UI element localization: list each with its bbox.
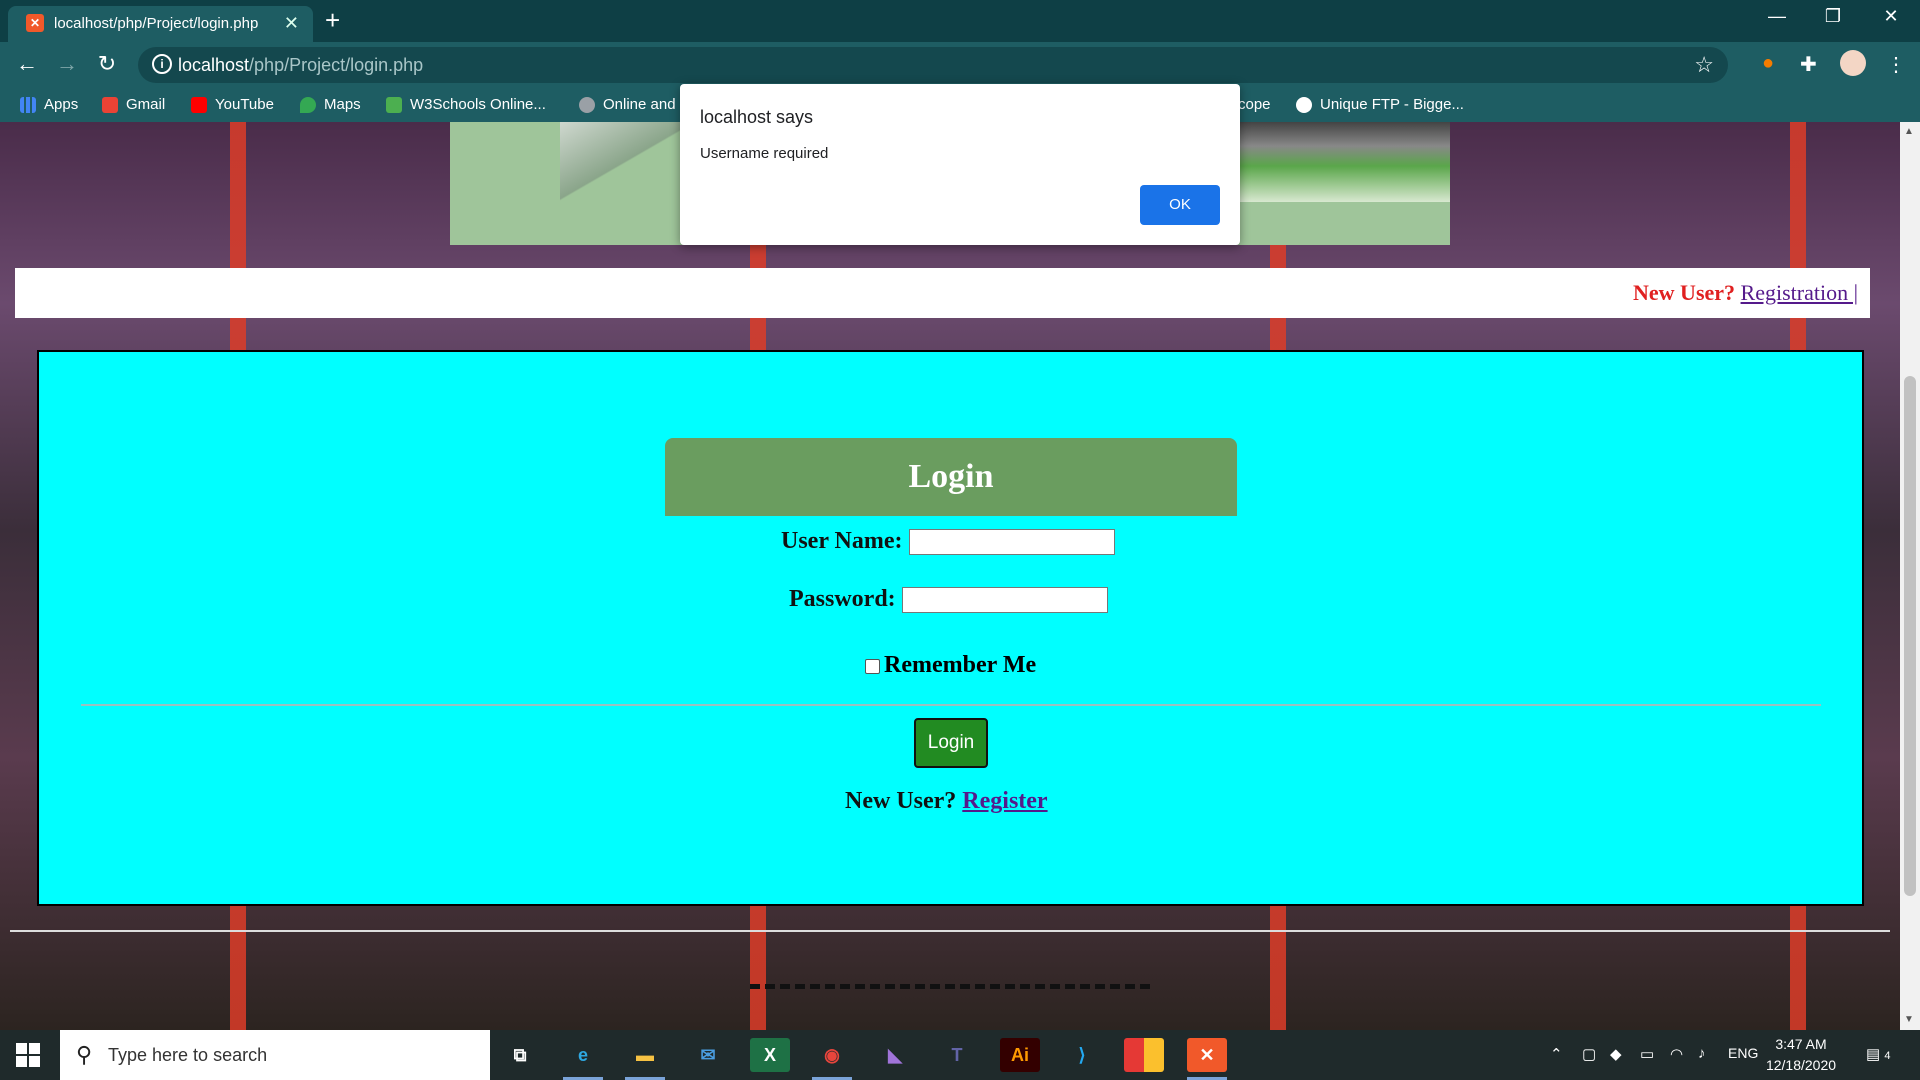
wifi-icon[interactable]: ◠ [1670,1045,1683,1063]
register-row: New User? Register [845,788,1048,815]
xampp-taskbar-icon[interactable]: ✕ [1187,1038,1227,1080]
visual-studio-icon[interactable]: ◣ [875,1038,915,1072]
browser-toolbar: ← → ↻ i localhost/php/Project/login.php … [0,42,1920,88]
globe-icon [1296,96,1312,113]
remember-row: Remember Me [865,652,1036,679]
system-clock[interactable]: 3:47 AM 12/18/2020 [1756,1034,1846,1076]
vscode-icon[interactable]: ⟩ [1062,1038,1102,1072]
bookmark-online[interactable]: Online and [579,96,676,113]
dialog-message: Username required [700,145,829,162]
dialog-title: localhost says [700,107,814,127]
top-new-user: New User? Registration | [1633,280,1858,306]
bookmark-youtube[interactable]: YouTube [191,96,274,113]
volume-icon[interactable]: ♪ [1698,1045,1706,1062]
url-text: localhost/php/Project/login.php [178,55,424,75]
bookmark-maps[interactable]: Maps [300,96,361,113]
extensions-puzzle-icon[interactable]: ✚ [1800,52,1817,77]
tab-title: localhost/php/Project/login.php [54,15,259,32]
file-explorer-icon[interactable]: ▬ [625,1038,665,1080]
minimize-icon[interactable]: — [1752,6,1802,27]
clock-date: 12/18/2020 [1765,1057,1837,1073]
edge-icon[interactable]: e [563,1038,603,1080]
password-input[interactable] [901,587,1108,614]
mail-icon[interactable]: ✉ [688,1038,728,1072]
gmail-icon [102,96,118,113]
bookmark-unique-ftp[interactable]: Unique FTP - Bigge... [1296,96,1464,113]
excel-icon[interactable]: X [750,1038,790,1072]
new-tab-icon[interactable]: + [325,6,340,34]
notification-count: 4 [1884,1050,1891,1062]
alert-dialog: localhost says Username required OK [680,84,1240,245]
illustrator-icon[interactable]: Ai [1000,1038,1040,1072]
dropbox-icon[interactable]: ◆ [1610,1045,1622,1063]
xampp-icon: ✕ [26,14,44,32]
winrar-icon[interactable] [1124,1038,1164,1072]
banner-road-graphic [560,122,680,245]
bookmark-w3schools[interactable]: W3Schools Online... [386,96,546,113]
maps-icon [300,96,316,113]
page-divider [10,930,1890,932]
bookmark-gmail[interactable]: Gmail [102,96,165,113]
windows-taskbar: ⚲ Type here to search ⧉ e ▬ ✉ X ◉ ◣ T Ai… [0,1030,1920,1080]
password-label: Password: [789,586,896,612]
search-placeholder: Type here to search [108,1045,268,1065]
bookmark-apps[interactable]: Apps [20,96,78,113]
close-tab-icon[interactable]: ✕ [284,13,299,34]
top-nav-bar: New User? Registration | [15,268,1870,318]
banner-bus-graphic [1240,122,1450,202]
username-input[interactable] [908,529,1115,556]
form-divider [81,704,1821,706]
dashed-divider [750,984,1150,989]
menu-kebab-icon[interactable]: ⋮ [1886,52,1906,77]
scroll-up-icon[interactable]: ▲ [1904,126,1914,137]
search-icon: ⚲ [76,1042,93,1067]
username-label: User Name: [781,528,903,554]
username-row: User Name: [781,528,1115,556]
top-new-user-label: New User? [1633,280,1736,305]
login-button[interactable]: Login [914,718,988,768]
page-scrollbar[interactable]: ▲ ▼ [1900,122,1920,1030]
apps-grid-icon [20,96,36,113]
bookmark-star-icon[interactable]: ☆ [1694,52,1714,78]
clock-time: 3:47 AM [1775,1036,1827,1052]
battery-icon[interactable]: ▭ [1640,1045,1654,1063]
scrollbar-thumb[interactable] [1904,376,1916,896]
profile-avatar[interactable] [1840,50,1866,76]
globe-icon [579,96,595,113]
bookmark-scope[interactable]: cope [1238,96,1271,113]
login-panel: Login User Name: Password: Remember Me L… [37,350,1864,906]
language-indicator[interactable]: ENG [1728,1045,1758,1061]
browser-tab[interactable]: ✕ localhost/php/Project/login.php ✕ [8,6,313,42]
w3schools-icon [386,96,402,113]
site-info-icon[interactable]: i [152,54,172,74]
login-header: Login [665,438,1237,516]
forward-icon[interactable]: → [52,51,82,77]
task-view-icon[interactable]: ⧉ [500,1038,540,1072]
taskbar-search-box[interactable]: ⚲ Type here to search [60,1030,490,1080]
back-icon[interactable]: ← [12,51,42,77]
restore-icon[interactable]: ❐ [1808,6,1858,27]
tray-chevron-icon[interactable]: ⌃ [1550,1045,1563,1063]
register-prompt: New User? [845,788,957,814]
reload-icon[interactable]: ↻ [92,51,122,77]
register-link[interactable]: Register [962,788,1047,814]
youtube-icon [191,96,207,113]
remember-checkbox[interactable] [865,658,880,674]
close-window-icon[interactable]: ✕ [1866,6,1916,27]
address-bar[interactable]: i localhost/php/Project/login.php ☆ [138,47,1728,83]
notification-center-icon[interactable]: ▤ 4 [1866,1045,1890,1063]
password-row: Password: [789,586,1108,614]
extension-fire-icon[interactable]: ● [1762,52,1774,75]
scroll-down-icon[interactable]: ▼ [1904,1014,1914,1025]
registration-link[interactable]: Registration | [1741,280,1858,305]
dialog-ok-button[interactable]: OK [1140,185,1220,225]
windows-start-icon[interactable] [16,1043,40,1067]
page-viewport: New User? Registration | Login User Name… [0,122,1900,1030]
chrome-icon[interactable]: ◉ [812,1038,852,1080]
browser-tab-bar: ✕ localhost/php/Project/login.php ✕ + — … [0,0,1920,42]
remember-label: Remember Me [884,652,1037,678]
tray-device-icon[interactable]: ▢ [1582,1045,1596,1063]
teams-icon[interactable]: T [937,1038,977,1072]
